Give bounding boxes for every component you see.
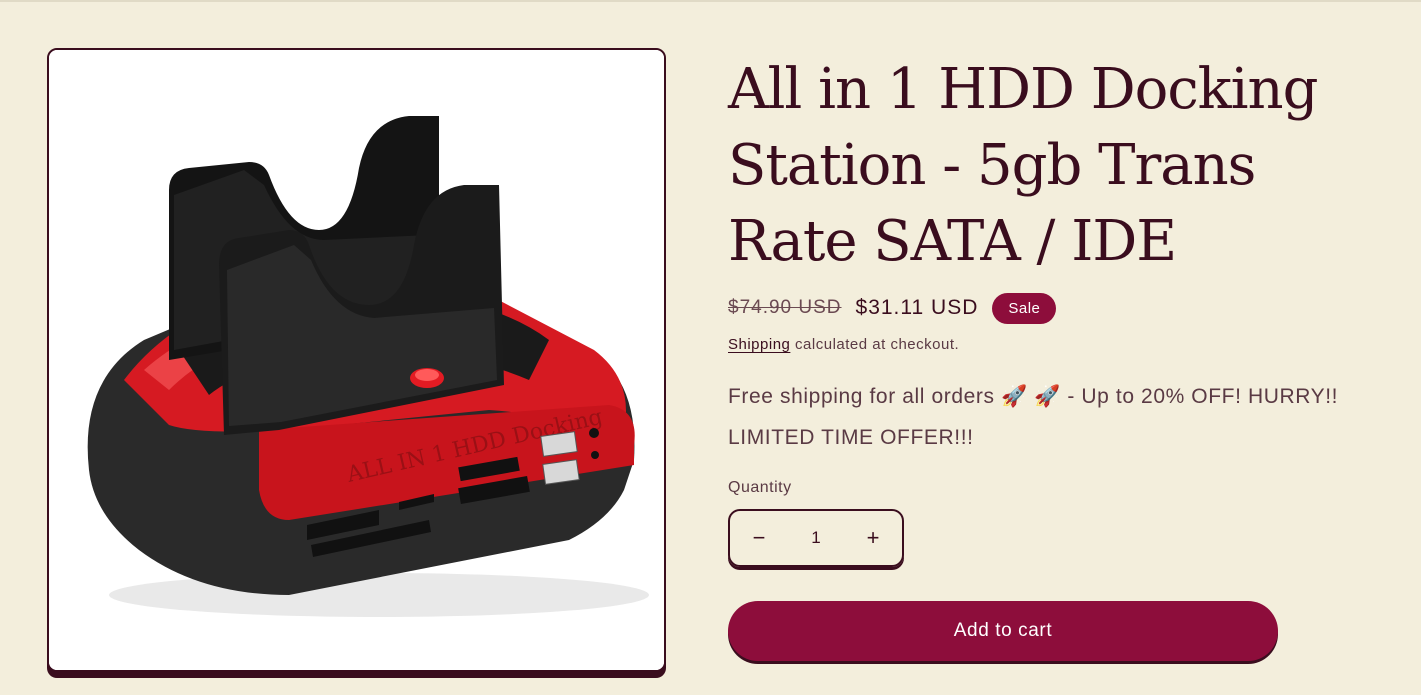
plus-icon[interactable]: + [844, 511, 902, 565]
product-media: ALL IN 1 HDD Docking [47, 48, 666, 678]
regular-price: $74.90 USD [728, 297, 842, 318]
product-title: All in 1 HDD Docking Station - 5gb Trans… [728, 57, 1318, 274]
sale-price: $31.11 USD [855, 296, 979, 319]
quantity-input[interactable]: 1 [788, 528, 844, 548]
quantity-stepper[interactable]: − 1 + [728, 509, 904, 567]
shipping-link[interactable]: Shipping [728, 336, 790, 353]
promo-text: Free shipping for all orders 🚀 🚀 - Up to… [728, 385, 1339, 449]
shipping-policy: Shipping calculated at checkout. [728, 336, 959, 353]
header-divider [0, 0, 1421, 2]
sale-badge: Sale [992, 292, 1057, 324]
shipping-text: calculated at checkout. [790, 336, 960, 353]
quantity-label: Quantity [728, 479, 792, 496]
add-to-cart-button[interactable]: Add to cart [728, 601, 1278, 661]
minus-icon[interactable]: − [730, 511, 788, 565]
price-row: $74.90 USD $31.11 USD Sale [728, 292, 1057, 324]
product-image: ALL IN 1 HDD Docking [49, 50, 664, 670]
product-image-card[interactable]: ALL IN 1 HDD Docking [47, 48, 666, 672]
product-info: All in 1 HDD Docking Station - 5gb Trans… [728, 52, 1398, 280]
